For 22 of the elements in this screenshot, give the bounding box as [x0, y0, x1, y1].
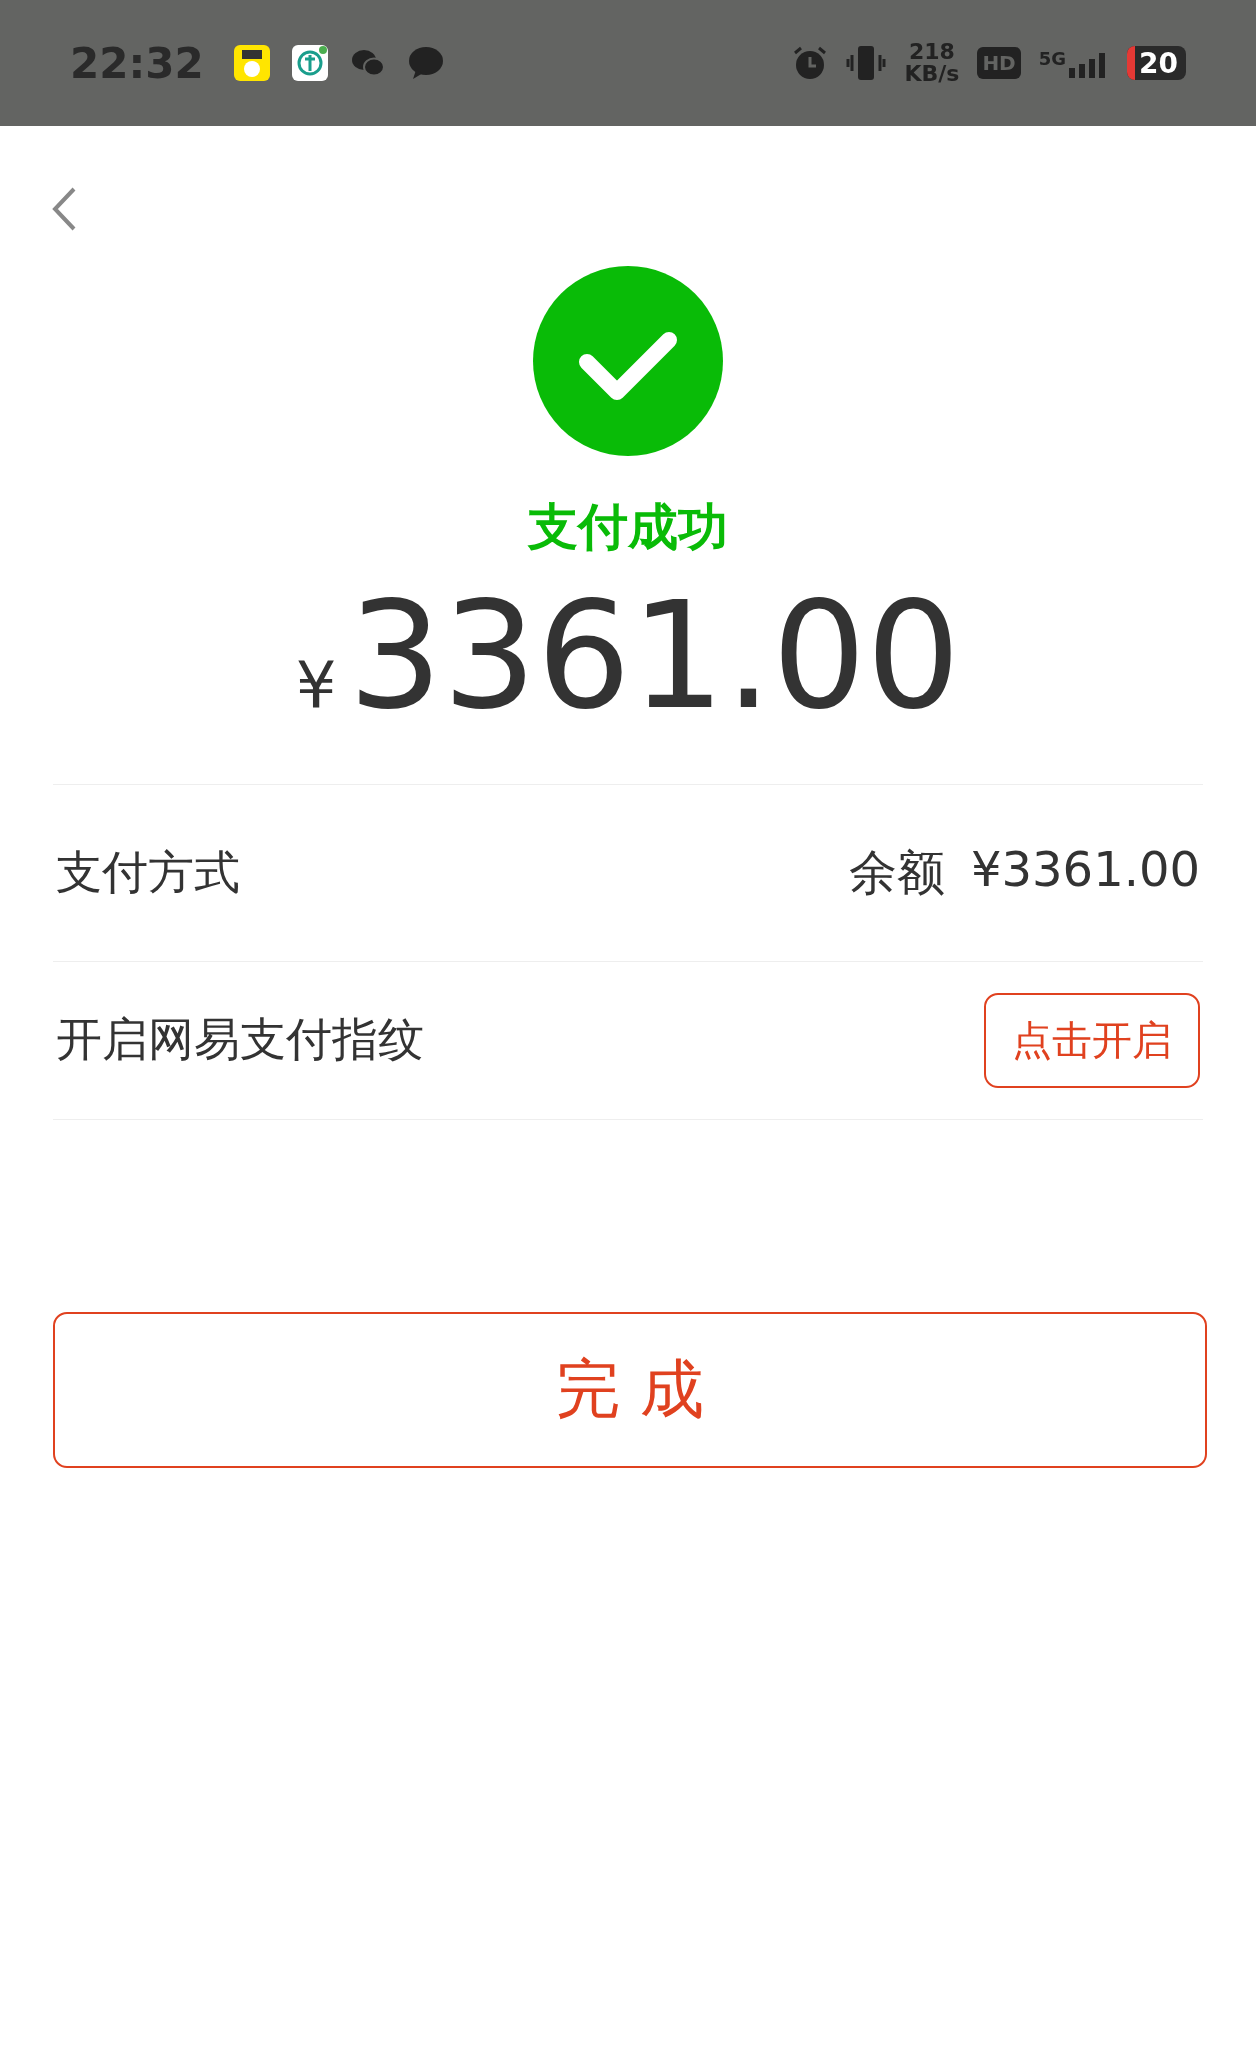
alarm-icon — [792, 45, 829, 81]
battery-indicator: 20 — [1127, 46, 1186, 80]
vibrate-icon — [846, 43, 887, 83]
status-title: 支付成功 — [528, 497, 728, 558]
done-button[interactable]: 完 成 — [53, 1311, 1207, 1468]
network-type: 5G — [1038, 48, 1067, 69]
app-icon — [233, 45, 270, 81]
message-icon — [407, 46, 444, 80]
success-icon — [533, 266, 723, 456]
row-label: 支付方式 — [56, 843, 240, 901]
row-label: 开启网易支付指纹 — [56, 1011, 424, 1069]
status-time: 22:32 — [70, 38, 204, 88]
speed-unit: KB/s — [904, 63, 960, 85]
app-icon — [291, 45, 328, 81]
currency-symbol: ¥ — [295, 648, 337, 722]
amount: 3361.00 — [348, 575, 961, 738]
payment-amount: ¥3361.00 — [970, 840, 1200, 899]
hd-indicator: HD — [977, 47, 1021, 79]
payment-method: 余额 — [848, 842, 945, 902]
back-icon[interactable] — [50, 186, 78, 232]
speed-value: 218 — [908, 41, 955, 63]
enable-button[interactable]: 点击开启 — [984, 992, 1200, 1088]
